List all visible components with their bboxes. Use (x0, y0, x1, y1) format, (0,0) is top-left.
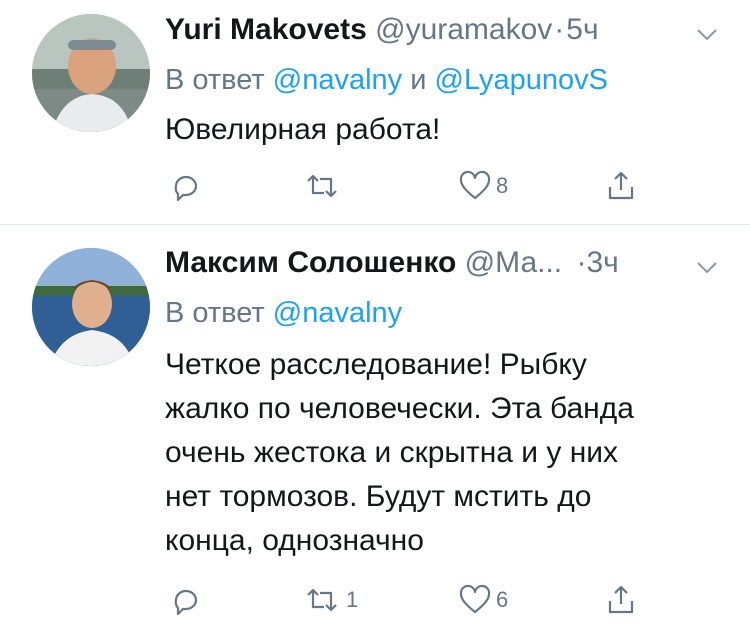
tweet-2[interactable]: Максим Солошенко @Ма... ·3ч В ответ @nav… (0, 225, 750, 643)
mention-navalny[interactable]: @navalny (273, 64, 402, 96)
display-name[interactable]: Yuri Makovets (165, 13, 367, 46)
tweet-text: Ювелирная работа! (165, 108, 735, 152)
timestamp[interactable]: 3ч (586, 246, 618, 279)
tweet-text-line: нет тормозов. Будут мстить до (165, 480, 592, 513)
retweet-button[interactable]: 1 (302, 580, 358, 620)
tweet-text-line: конца, однозначно (165, 524, 424, 557)
user-handle[interactable]: @yuramakov (375, 13, 552, 46)
timestamp[interactable]: 5ч (566, 13, 598, 46)
tweet-header: Максим Солошенко @Ма... ·3ч (165, 243, 619, 283)
heart-icon (459, 170, 491, 200)
reply-context: В ответ @navalny (165, 293, 402, 333)
reply-button[interactable] (168, 580, 206, 620)
separator-dot: · (576, 246, 587, 279)
reply-context: В ответ @navalny и @LyapunovS (165, 60, 608, 100)
tweet-header: Yuri Makovets @yuramakov·5ч (165, 10, 599, 50)
like-count: 8 (496, 173, 509, 198)
avatar-maksim[interactable] (32, 248, 150, 366)
reply-icon (174, 589, 198, 616)
chevron-down-icon[interactable] (693, 253, 721, 281)
share-button[interactable] (604, 166, 638, 206)
tweet-text-line: жалко по человечески. Эта банда (165, 392, 634, 425)
avatar-yuri[interactable] (32, 14, 150, 132)
user-handle[interactable]: @Ма... (465, 246, 562, 279)
chevron-down-icon[interactable] (693, 20, 721, 48)
reply-button[interactable] (168, 166, 206, 206)
retweet-button[interactable] (302, 166, 346, 206)
tweet-text-line: Ювелирная работа! (165, 113, 441, 146)
retweet-icon (307, 588, 337, 612)
retweet-count: 1 (346, 587, 359, 612)
separator-dot: · (554, 13, 565, 46)
like-count: 6 (496, 587, 509, 612)
display-name[interactable]: Максим Солошенко (165, 246, 456, 279)
tweet-text-line: Четкое расследование! Рыбку (165, 348, 587, 381)
retweet-icon (307, 174, 337, 198)
share-button[interactable] (604, 580, 638, 620)
share-icon (608, 171, 634, 200)
tweet-1[interactable]: Yuri Makovets @yuramakov·5ч В ответ @nav… (0, 0, 750, 224)
like-button[interactable]: 8 (458, 166, 508, 206)
tweet-text: Четкое расследование! Рыбку жалко по чел… (165, 343, 735, 563)
mention-navalny[interactable]: @navalny (273, 297, 402, 329)
mention-lyapunovs[interactable]: @LyapunovS (435, 64, 608, 96)
heart-icon (459, 584, 491, 614)
reply-icon (174, 175, 198, 202)
reply-and: и (410, 64, 427, 96)
reply-prefix: В ответ (165, 297, 265, 329)
reply-prefix: В ответ (165, 64, 265, 96)
like-button[interactable]: 6 (458, 580, 508, 620)
share-icon (608, 585, 634, 614)
tweet-text-line: очень жестока и скрытна и у них (165, 436, 619, 469)
